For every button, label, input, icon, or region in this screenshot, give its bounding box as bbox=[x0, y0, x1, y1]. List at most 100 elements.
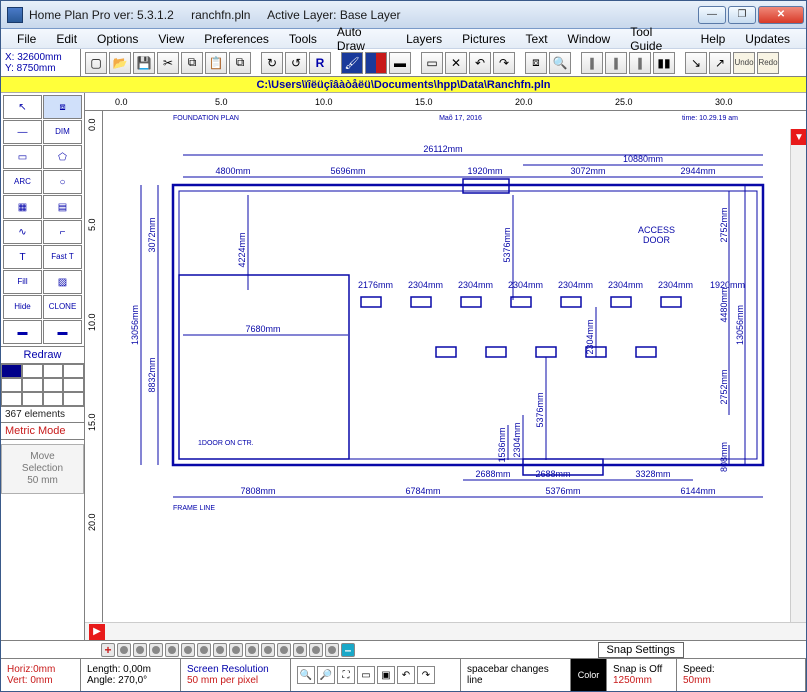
menu-updates[interactable]: Updates bbox=[735, 30, 800, 48]
menu-help[interactable]: Help bbox=[691, 30, 736, 48]
layer-dot[interactable] bbox=[213, 643, 227, 657]
snap-settings-button[interactable]: Snap Settings bbox=[598, 642, 685, 658]
save-icon[interactable]: 💾 bbox=[133, 52, 155, 74]
menu-edit[interactable]: Edit bbox=[46, 30, 87, 48]
layer-dot[interactable] bbox=[149, 643, 163, 657]
poly-tool[interactable]: ⬠ bbox=[43, 145, 82, 169]
redo-label-button[interactable]: Redo bbox=[757, 52, 779, 74]
color2-tool[interactable]: ▬ bbox=[43, 320, 82, 344]
line-tool[interactable]: — bbox=[3, 120, 42, 144]
palette-swatch[interactable] bbox=[43, 364, 64, 378]
redo-icon[interactable]: ↷ bbox=[493, 52, 515, 74]
menu-text[interactable]: Text bbox=[516, 30, 558, 48]
zoom-sel-icon[interactable]: ▭ bbox=[357, 666, 375, 684]
zoom-1-icon[interactable]: ▣ bbox=[377, 666, 395, 684]
zoom-out-icon[interactable]: 🔎 bbox=[317, 666, 335, 684]
marquee-tool[interactable]: ⧈ bbox=[43, 95, 82, 119]
hatch-tool[interactable]: ▨ bbox=[43, 270, 82, 294]
find-icon[interactable]: 🔍 bbox=[549, 52, 571, 74]
palette-swatch[interactable] bbox=[22, 364, 43, 378]
menu-preferences[interactable]: Preferences bbox=[194, 30, 279, 48]
select-icon[interactable]: ▭ bbox=[421, 52, 443, 74]
layer-dot[interactable] bbox=[293, 643, 307, 657]
rotate-cw-icon[interactable]: ↻ bbox=[261, 52, 283, 74]
copy-icon[interactable]: ⧉ bbox=[181, 52, 203, 74]
pointer-tool[interactable]: ↖ bbox=[3, 95, 42, 119]
palette-swatch[interactable] bbox=[63, 364, 84, 378]
paste-icon[interactable]: 📋 bbox=[205, 52, 227, 74]
minimize-button[interactable]: — bbox=[698, 6, 726, 24]
zoom-undo-icon[interactable]: ↶ bbox=[397, 666, 415, 684]
zoom-in-icon[interactable]: 🔍 bbox=[297, 666, 315, 684]
cut-icon[interactable]: ✂ bbox=[157, 52, 179, 74]
horizontal-ruler[interactable]: 0.05.010.015.020.025.030.0 bbox=[85, 93, 806, 111]
open-icon[interactable]: 📂 bbox=[109, 52, 131, 74]
snap-state[interactable]: Snap is Off bbox=[613, 664, 670, 675]
align-2-icon[interactable]: ∥ bbox=[605, 52, 627, 74]
maximize-button[interactable]: ❐ bbox=[728, 6, 756, 24]
palette-swatch[interactable] bbox=[1, 378, 22, 392]
dim-tool[interactable]: DIM bbox=[43, 120, 82, 144]
rotate-ccw-icon[interactable]: ↺ bbox=[285, 52, 307, 74]
bars-icon[interactable]: ▮▮ bbox=[653, 52, 675, 74]
layer-dot[interactable] bbox=[117, 643, 131, 657]
palette-swatch[interactable] bbox=[63, 392, 84, 406]
palette-swatch[interactable] bbox=[43, 378, 64, 392]
layer-remove-button[interactable]: – bbox=[341, 643, 355, 657]
layer-dot[interactable] bbox=[245, 643, 259, 657]
color-button[interactable]: Color bbox=[571, 659, 607, 691]
r-button[interactable]: R bbox=[309, 52, 331, 74]
layer-dot[interactable] bbox=[181, 643, 195, 657]
align-1-icon[interactable]: ∥ bbox=[581, 52, 603, 74]
move-selection-panel[interactable]: Move Selection 50 mm bbox=[1, 444, 84, 494]
zoom-area-icon[interactable]: ⧈ bbox=[525, 52, 547, 74]
layer-dot[interactable] bbox=[261, 643, 275, 657]
menu-window[interactable]: Window bbox=[558, 30, 621, 48]
arc-tool[interactable]: ARC bbox=[3, 170, 42, 194]
palette-swatch[interactable] bbox=[22, 392, 43, 406]
palette-swatch[interactable] bbox=[1, 392, 22, 406]
palette-swatch[interactable] bbox=[63, 378, 84, 392]
layer-dot[interactable] bbox=[133, 643, 147, 657]
layer-dot[interactable] bbox=[197, 643, 211, 657]
fast-text-tool[interactable]: Fast T bbox=[43, 245, 82, 269]
drawing-canvas[interactable]: 0.05.010.015.020.0 ▼ FOUNDATION PLAN Maõ… bbox=[85, 111, 806, 622]
menu-tools[interactable]: Tools bbox=[279, 30, 327, 48]
layer-dot[interactable] bbox=[309, 643, 323, 657]
clone-tool[interactable]: CLONE bbox=[43, 295, 82, 319]
zoom-redo-icon[interactable]: ↷ bbox=[417, 666, 435, 684]
wall-color-icon[interactable] bbox=[365, 52, 387, 74]
break-tool[interactable]: ⌐ bbox=[43, 220, 82, 244]
menu-file[interactable]: File bbox=[7, 30, 46, 48]
palette-swatch[interactable] bbox=[1, 364, 22, 378]
door-tool[interactable]: ▤ bbox=[43, 195, 82, 219]
scroll-right-icon[interactable]: ▶ bbox=[89, 624, 105, 640]
undo-icon[interactable]: ↶ bbox=[469, 52, 491, 74]
layer-dot[interactable] bbox=[277, 643, 291, 657]
color-palette[interactable] bbox=[1, 364, 84, 407]
new-icon[interactable]: ▢ bbox=[85, 52, 107, 74]
tool-extra-1-icon[interactable]: ↘ bbox=[685, 52, 707, 74]
zoom-fit-icon[interactable]: ⛶ bbox=[337, 666, 355, 684]
menu-pictures[interactable]: Pictures bbox=[452, 30, 515, 48]
brush-icon[interactable]: 🖌 bbox=[341, 52, 363, 74]
window-tool[interactable]: ▦ bbox=[3, 195, 42, 219]
redraw-button[interactable]: Redraw bbox=[1, 346, 84, 364]
clip-icon[interactable]: ⧉ bbox=[229, 52, 251, 74]
horizontal-scrollbar[interactable]: ▶ bbox=[85, 622, 806, 640]
curve-tool[interactable]: ∿ bbox=[3, 220, 42, 244]
palette-swatch[interactable] bbox=[22, 378, 43, 392]
color1-tool[interactable]: ▬ bbox=[3, 320, 42, 344]
menu-options[interactable]: Options bbox=[87, 30, 148, 48]
wall2-icon[interactable]: ▬ bbox=[389, 52, 411, 74]
layer-dot[interactable] bbox=[165, 643, 179, 657]
fill-tool[interactable]: Fill bbox=[3, 270, 42, 294]
hide-tool[interactable]: Hide bbox=[3, 295, 42, 319]
align-3-icon[interactable]: ∥ bbox=[629, 52, 651, 74]
erase-icon[interactable]: ✕ bbox=[445, 52, 467, 74]
rect-tool[interactable]: ▭ bbox=[3, 145, 42, 169]
menu-layers[interactable]: Layers bbox=[396, 30, 452, 48]
layer-dot[interactable] bbox=[229, 643, 243, 657]
menu-view[interactable]: View bbox=[148, 30, 194, 48]
close-button[interactable]: ✕ bbox=[758, 6, 804, 24]
